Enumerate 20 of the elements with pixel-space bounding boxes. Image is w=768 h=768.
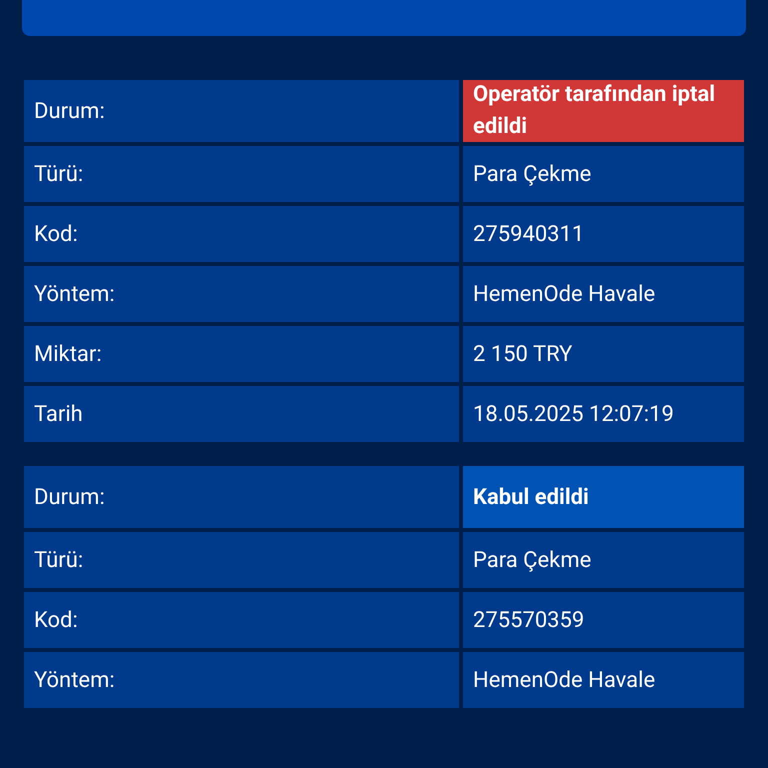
table-cell: Yöntem: [24,266,459,322]
table-cell: 2 150 TRY [463,326,744,382]
table-cell: Para Çekme [463,146,744,202]
table-cell: Kod: [24,206,459,262]
table-cell: Tarih [24,386,459,442]
table-cell: Durum: [24,466,459,528]
table-cell: Para Çekme [463,532,744,588]
table-cell: Miktar: [24,326,459,382]
table-cell: Türü: [24,532,459,588]
table-cell: 275570359 [463,592,744,648]
status-badge: Operatör tarafından iptal edildi [463,80,744,142]
table-cell: Kod: [24,592,459,648]
status-badge: Kabul edildi [463,466,744,528]
table-cell: Türü: [24,146,459,202]
table-cell: Durum: [24,80,459,142]
table-cell: Yöntem: [24,652,459,708]
table-cell: HemenOde Havale [463,266,744,322]
table-cell: HemenOde Havale [463,652,744,708]
table-cell: 275940311 [463,206,744,262]
table-cell: 18.05.2025 12:07:19 [463,386,744,442]
